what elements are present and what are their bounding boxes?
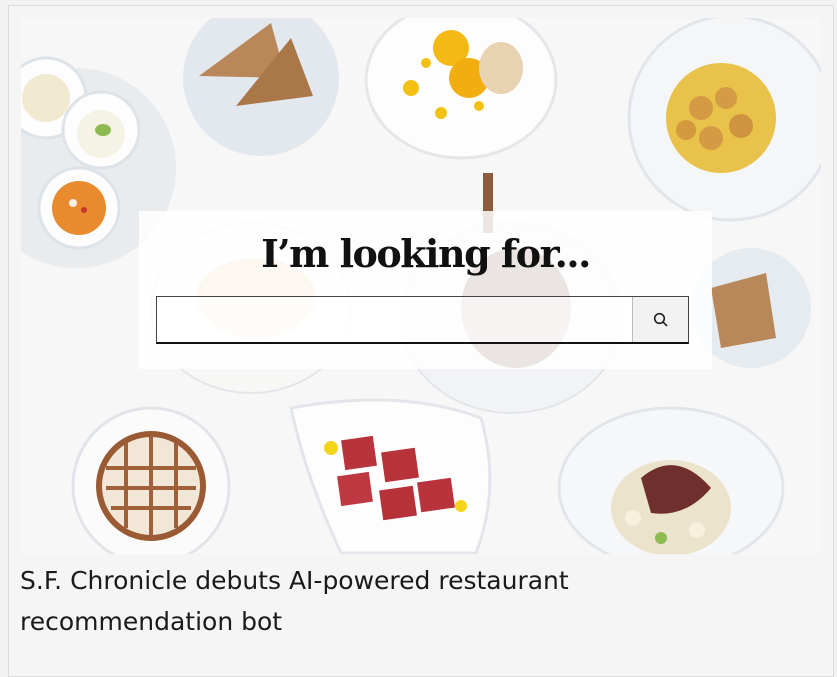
article-title[interactable]: S.F. Chronicle debuts AI-powered restaur… <box>20 560 780 642</box>
search-icon <box>653 312 668 327</box>
search-title: I’m looking for... <box>261 231 591 276</box>
article-card[interactable]: I’m looking for... S.F. Chronicle debuts… <box>8 5 834 677</box>
search-panel: I’m looking for... <box>139 211 712 369</box>
search-input[interactable] <box>157 297 632 342</box>
search-box[interactable] <box>156 296 689 344</box>
search-button[interactable] <box>632 297 688 342</box>
hero-image[interactable]: I’m looking for... <box>21 18 821 554</box>
